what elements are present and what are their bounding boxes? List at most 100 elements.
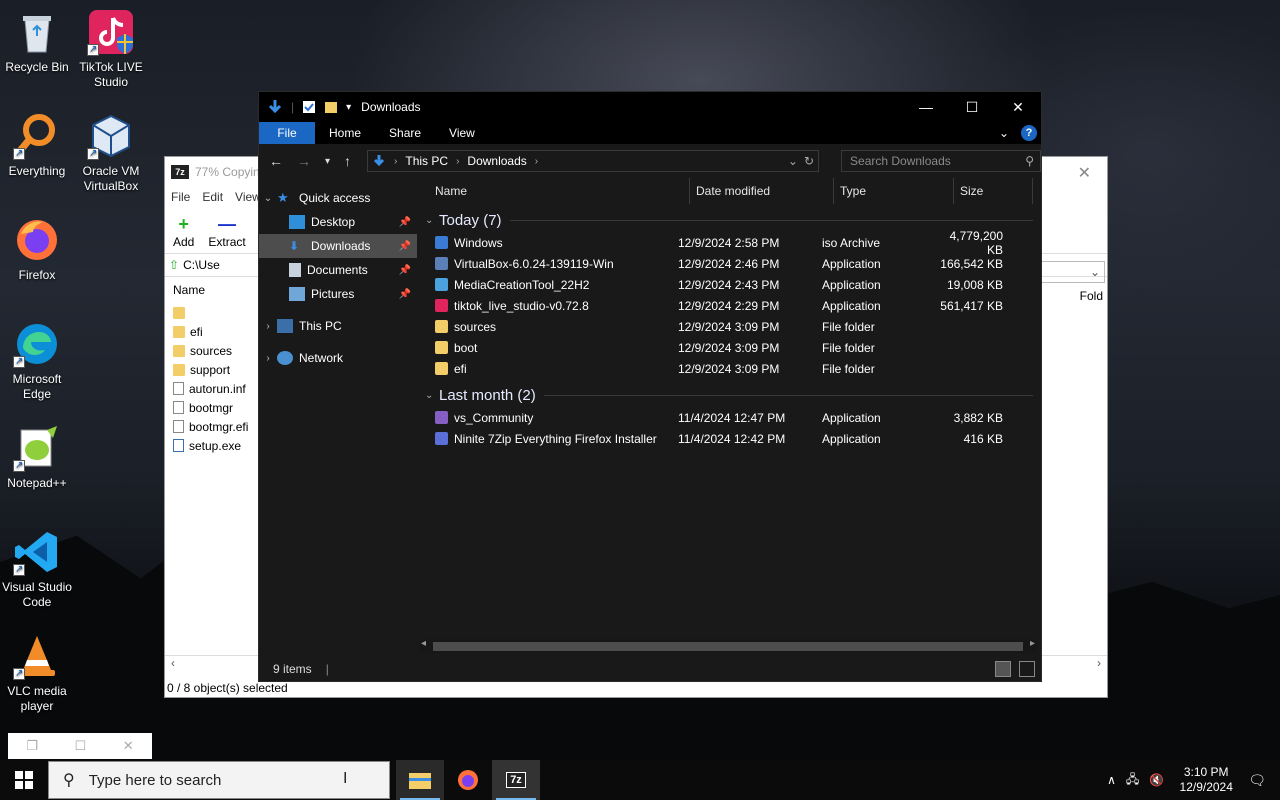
column-type[interactable]: Type: [834, 178, 954, 204]
sevenzip-column-folders[interactable]: Fold: [1080, 289, 1103, 303]
file-row[interactable]: sources 12/9/2024 3:09 PM File folder: [417, 316, 1041, 337]
scroll-left-icon[interactable]: ◂: [421, 638, 426, 649]
desktop-icon-vlc[interactable]: VLC media player: [0, 632, 74, 714]
taskbar-firefox[interactable]: [444, 760, 492, 800]
file-row[interactable]: tiktok_live_studio-v0.72.8 12/9/2024 2:29…: [417, 295, 1041, 316]
desktop-icon-vscode[interactable]: Visual Studio Code: [0, 528, 74, 610]
scroll-right-icon[interactable]: ▸: [1030, 638, 1035, 649]
back-button[interactable]: ←: [269, 153, 283, 169]
collapse-chevron-icon[interactable]: ⌄: [259, 193, 277, 204]
sevenzip-close-button[interactable]: ✕: [1078, 163, 1091, 183]
close-button[interactable]: ✕: [995, 92, 1041, 122]
up-folder-icon[interactable]: ⇧: [169, 258, 179, 272]
scrollbar-thumb[interactable]: [433, 642, 1023, 651]
maximize-icon[interactable]: ☐: [75, 738, 87, 754]
new-folder-icon[interactable]: [324, 100, 338, 114]
sevenzip-path-dropdown[interactable]: ⌄: [1039, 261, 1105, 283]
sevenzip-menu-view[interactable]: View: [235, 190, 261, 204]
notifications-icon[interactable]: 🗨: [1248, 772, 1266, 789]
show-hidden-icons[interactable]: ∧: [1107, 773, 1116, 787]
up-button[interactable]: ↑: [344, 153, 351, 169]
tab-view[interactable]: View: [435, 122, 489, 144]
desktop-icon-edge[interactable]: Microsoft Edge: [0, 320, 74, 402]
breadcrumb-this-pc[interactable]: This PC: [405, 154, 448, 168]
nav-this-pc[interactable]: › This PC: [259, 314, 417, 338]
expand-ribbon-icon[interactable]: ⌄: [999, 126, 1009, 140]
expand-chevron-icon[interactable]: ›: [259, 321, 277, 332]
sevenzip-menu-edit[interactable]: Edit: [202, 190, 223, 204]
file-row[interactable]: boot 12/9/2024 3:09 PM File folder: [417, 337, 1041, 358]
desktop-icon-everything[interactable]: Everything: [0, 112, 74, 179]
desktop-icon-notepadpp[interactable]: Notepad++: [0, 424, 74, 491]
taskbar-search-box[interactable]: ⚲ Type here to search I: [48, 761, 390, 799]
desktop-icon-tiktok[interactable]: TikTok LIVE Studio: [74, 8, 148, 90]
nav-quick-access[interactable]: ⌄ ★ Quick access: [259, 186, 417, 210]
collapse-group-icon[interactable]: ⌄: [425, 215, 439, 226]
file-row[interactable]: VirtualBox-6.0.24-139119-Win 12/9/2024 2:…: [417, 253, 1041, 274]
sevenzip-extract-button[interactable]: — Extract: [208, 213, 245, 249]
forward-button[interactable]: →: [297, 153, 311, 169]
refresh-icon[interactable]: ↻: [804, 154, 814, 168]
tab-home[interactable]: Home: [315, 122, 375, 144]
maximize-button[interactable]: ☐: [949, 92, 995, 122]
address-bar[interactable]: › This PC › Downloads › ⌄ ↻: [367, 150, 820, 172]
sevenzip-add-button[interactable]: + Add: [173, 213, 194, 249]
details-view-icon[interactable]: [995, 661, 1011, 677]
desktop-icon-recycle-bin[interactable]: Recycle Bin: [0, 8, 74, 75]
start-button[interactable]: [0, 760, 48, 800]
large-icons-view-icon[interactable]: [1019, 661, 1035, 677]
file-explorer-window[interactable]: | ▾ Downloads — ☐ ✕ File Home Share View…: [258, 91, 1042, 682]
nav-network[interactable]: › Network: [259, 346, 417, 370]
group-header-last-month[interactable]: ⌄ Last month (2): [417, 383, 1041, 407]
breadcrumb-separator[interactable]: ›: [394, 156, 397, 167]
minimize-button[interactable]: —: [903, 92, 949, 122]
restore-icon[interactable]: ❐: [26, 738, 38, 754]
taskbar-file-explorer[interactable]: [396, 760, 444, 800]
collapse-group-icon[interactable]: ⌄: [425, 390, 439, 401]
breadcrumb-separator[interactable]: ›: [456, 156, 459, 167]
download-arrow-icon[interactable]: [267, 99, 283, 115]
search-box[interactable]: Search Downloads ⚲: [841, 150, 1041, 172]
horizontal-scrollbar[interactable]: ◂ ▸: [419, 638, 1037, 653]
file-row[interactable]: efi 12/9/2024 3:09 PM File folder: [417, 358, 1041, 379]
column-size[interactable]: Size: [954, 178, 1033, 204]
file-row[interactable]: Windows 12/9/2024 2:58 PM iso Archive 4,779…: [417, 229, 1041, 257]
column-name[interactable]: Name: [417, 178, 690, 204]
breadcrumb-separator[interactable]: ›: [535, 156, 538, 167]
nav-item-documents[interactable]: Documents 📌: [259, 258, 417, 282]
file-row[interactable]: MediaCreationTool_22H2 12/9/2024 2:43 PM A…: [417, 274, 1041, 295]
scroll-left-icon[interactable]: ‹: [171, 656, 175, 670]
group-divider: [543, 394, 1033, 396]
file-row[interactable]: Ninite 7Zip Everything Firefox Installer…: [417, 428, 1041, 449]
volume-muted-icon[interactable]: 🔇: [1149, 773, 1164, 787]
help-icon[interactable]: ?: [1021, 125, 1037, 141]
properties-icon[interactable]: [302, 100, 316, 114]
scroll-right-icon[interactable]: ›: [1097, 656, 1101, 670]
group-last-month-files: vs_Community 11/4/2024 12:47 PM Applicatio…: [417, 407, 1041, 449]
column-date-modified[interactable]: Date modified: [690, 178, 834, 204]
file-name: efi: [454, 361, 467, 376]
taskbar-7zip[interactable]: 7z: [492, 760, 540, 800]
customize-toolbar-icon[interactable]: ▾: [346, 102, 351, 113]
recent-locations-button[interactable]: ▾: [325, 156, 330, 167]
clock[interactable]: 3:10 PM 12/9/2024: [1174, 765, 1238, 795]
nav-item-desktop[interactable]: Desktop 📌: [259, 210, 417, 234]
quick-access-toolbar: | ▾: [259, 99, 351, 115]
plus-icon: +: [178, 214, 189, 234]
desktop-icon-firefox[interactable]: Firefox: [0, 216, 74, 283]
tab-file[interactable]: File: [259, 122, 315, 144]
nav-item-downloads[interactable]: ⬇ Downloads 📌: [259, 234, 417, 258]
desktop-icon-virtualbox[interactable]: Oracle VM VirtualBox: [74, 112, 148, 194]
taskbar-search-placeholder: Type here to search: [88, 771, 222, 789]
nav-item-pictures[interactable]: Pictures 📌: [259, 282, 417, 306]
network-status-icon[interactable]: 🖧: [1126, 770, 1139, 791]
close-icon[interactable]: ✕: [123, 738, 134, 754]
sevenzip-menu-file[interactable]: File: [171, 190, 190, 204]
expand-chevron-icon[interactable]: ›: [259, 353, 277, 364]
file-size: 416 KB: [963, 431, 1003, 446]
tab-share[interactable]: Share: [375, 122, 435, 144]
breadcrumb-downloads[interactable]: Downloads: [467, 154, 526, 168]
sevenzip-path: C:\Use: [183, 258, 220, 272]
address-dropdown-icon[interactable]: ⌄: [788, 154, 798, 168]
file-row[interactable]: vs_Community 11/4/2024 12:47 PM Applicatio…: [417, 407, 1041, 428]
